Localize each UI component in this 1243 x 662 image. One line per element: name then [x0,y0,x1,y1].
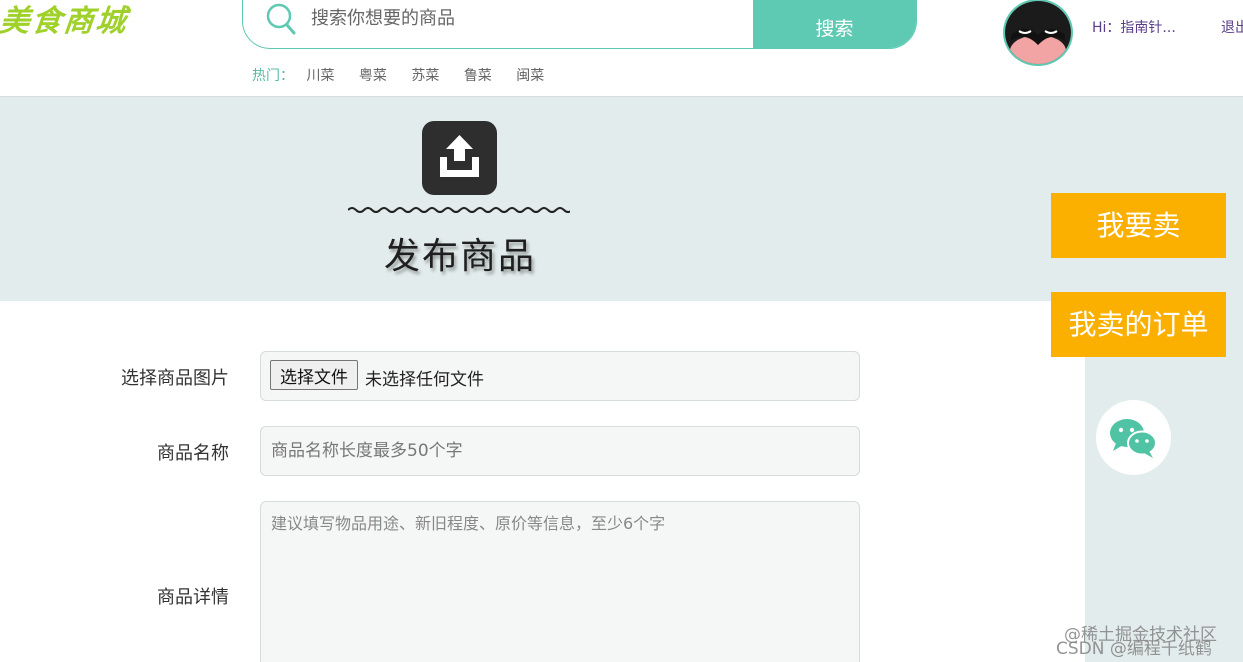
search-icon [266,3,296,35]
hot-tag-shandong[interactable]: 鲁菜 [464,68,492,84]
header: 美食商城 搜索 热门： 川菜 粤菜 苏菜 鲁菜 闽菜 Hi：指南针... 退出 [0,0,1243,97]
hot-tag-cantonese[interactable]: 粤菜 [359,68,387,84]
avatar[interactable] [1003,0,1073,66]
detail-textarea[interactable] [271,510,846,660]
detail-field [260,501,860,662]
watermark-csdn: CSDN @编程千纸鹤 [1056,639,1212,659]
wave-divider [348,207,570,213]
upload-icon [422,121,497,195]
search-input[interactable] [311,1,751,35]
image-upload-field: 选择文件 未选择任何文件 [260,351,860,401]
avatar-image [1005,1,1071,64]
my-orders-button[interactable]: 我卖的订单 [1051,292,1226,357]
search-button[interactable]: 搜索 [753,0,916,48]
image-label: 选择商品图片 [121,368,229,389]
logout-link[interactable]: 退出 [1221,17,1243,37]
site-logo[interactable]: 美食商城 [0,0,130,40]
name-input[interactable] [271,435,841,467]
wechat-icon[interactable] [1096,400,1171,475]
name-label: 商品名称 [157,443,229,464]
hot-tags: 热门： 川菜 粤菜 苏菜 鲁菜 闽菜 [252,65,564,85]
name-field [260,426,860,476]
user-greeting[interactable]: Hi：指南针... [1092,17,1176,37]
hot-label: 热门： [252,68,294,84]
hot-tag-fujian[interactable]: 闽菜 [516,68,544,84]
hot-tag-sichuan[interactable]: 川菜 [306,68,334,84]
choose-file-button[interactable]: 选择文件 [270,360,358,390]
search-box: 搜索 [242,0,917,49]
detail-label: 商品详情 [157,587,229,608]
page-title: 发布商品 [384,236,537,277]
hot-tag-jiangsu[interactable]: 苏菜 [411,68,439,84]
file-status: 未选择任何文件 [365,370,484,390]
sell-button[interactable]: 我要卖 [1051,193,1226,258]
